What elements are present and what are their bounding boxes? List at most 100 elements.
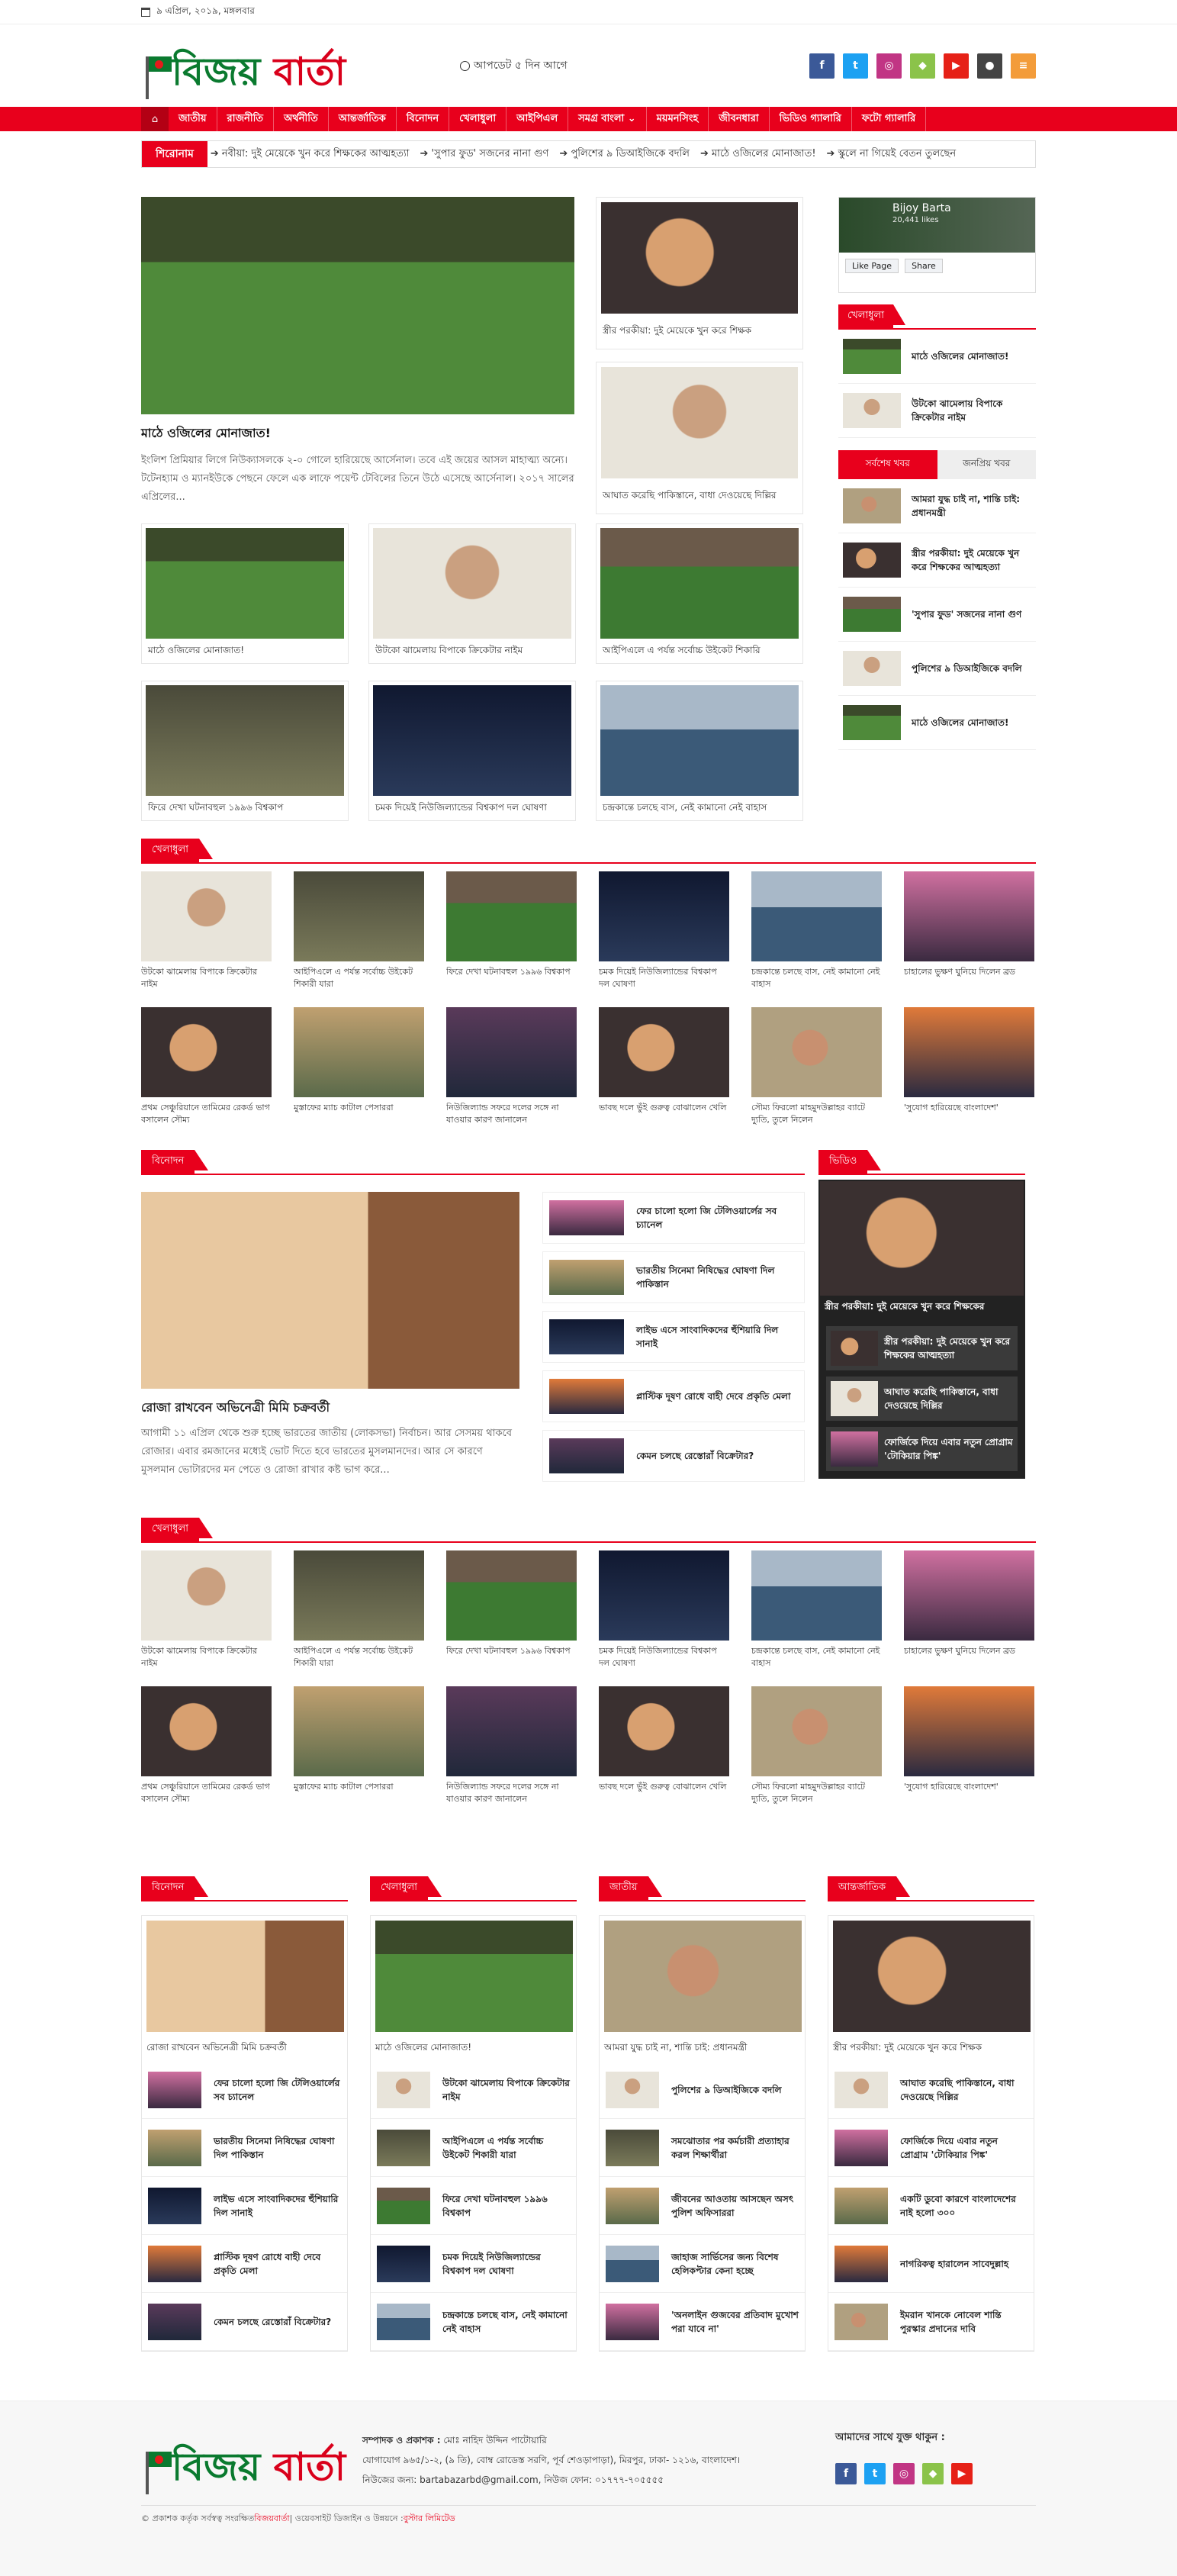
list-item-thumb[interactable] — [549, 1200, 624, 1235]
news-card[interactable]: স্ত্রীর পরকীয়া: দুই মেয়েকে খুন করে শিক… — [596, 197, 803, 349]
news-card-image[interactable] — [141, 1686, 272, 1776]
list-item-thumb[interactable] — [148, 2071, 201, 2108]
ticker-item[interactable]: পুলিশের ৯ ডিআইজিকে বদলি — [559, 147, 689, 163]
video-item[interactable]: আঘাত করেছি পাকিস্তানে, বাধা দেওয়েছে দিল… — [826, 1377, 1018, 1421]
news-card-image[interactable] — [446, 1007, 577, 1097]
list-item-title[interactable]: জাহাজ সার্ভিসের জন্য বিশেষ হেলিকপ্টার কে… — [671, 2250, 799, 2278]
video-item-title[interactable]: স্ত্রীর পরকীয়া: দুই মেয়েকে খুন করে শিক… — [884, 1335, 1013, 1362]
list-item[interactable]: ফের চালো হলো জি টেলিওয়ার্লের সব চ্যানেল — [542, 1192, 805, 1244]
news-card-title[interactable]: ভাবছ দলে ভুঁই গুরুত্ব বোঝালেন খেলি — [599, 1776, 729, 1811]
news-card-image[interactable] — [600, 528, 799, 639]
news-card-title[interactable]: প্রথম সেঞ্চুরিয়ানে তামিমের রেকর্ড ভাগ ব… — [141, 1776, 272, 1811]
category-column-title[interactable]: জাতীয় — [599, 1876, 661, 1900]
video-main-title[interactable]: স্ত্রীর পরকীয়া: দুই মেয়েকে খুন করে শিক… — [820, 1296, 1024, 1320]
news-card[interactable]: আইপিএলে এ পর্যন্ত সর্বোচ্চ উইকেট শিকারী … — [294, 871, 424, 997]
news-card-image[interactable] — [294, 1686, 424, 1776]
news-card-image[interactable] — [599, 1550, 729, 1641]
news-card-title[interactable]: মাঠে ওজিলের মোনাজাত! — [142, 642, 348, 661]
list-item-title[interactable]: জীবনের আওতায় আসছেন অসৎ পুলিশ অফিসাররা — [671, 2192, 799, 2220]
list-item[interactable]: চমক দিয়েই নিউজিল্যান্ডের বিশ্বকাপ দল ঘো… — [371, 2235, 576, 2293]
video-item-title[interactable]: ফোর্জিকে দিয়ে এবার নতুন প্রোগ্রাম 'টোকি… — [884, 1435, 1013, 1463]
list-item-thumb[interactable] — [549, 1260, 624, 1295]
news-card-image[interactable] — [373, 528, 571, 639]
site-logo[interactable]: বিজয় বার্তা — [141, 35, 362, 99]
news-card-title[interactable]: নিউজিল্যান্ড সফরে দলের সঙ্গে না যাওয়ার … — [446, 1776, 577, 1811]
news-card-image[interactable] — [373, 685, 571, 796]
news-card-title[interactable]: চমক দিয়েই নিউজিল্যান্ডের বিশ্বকাপ দল ঘো… — [599, 1641, 729, 1676]
list-item[interactable]: ভারতীয় সিনেমা নিষিদ্ধের ঘোষণা দিল পাকিস… — [542, 1251, 805, 1303]
nav-item[interactable]: জাতীয় — [169, 107, 217, 131]
list-item-title[interactable]: ফের চালো হলো জি টেলিওয়ার্লের সব চ্যানেল — [636, 1204, 798, 1232]
list-item[interactable]: আঘাত করেছি পাকিস্তানে, বাধা দেওয়েছে দিল… — [828, 2061, 1034, 2119]
news-card-title[interactable]: মুস্তাফের ম্যাচ কাটাল পেসাররা — [294, 1097, 424, 1132]
news-card-image[interactable] — [599, 1686, 729, 1776]
list-item-thumb[interactable] — [148, 2303, 201, 2340]
category-lead-caption[interactable]: স্ত্রীর পরকীয়া: দুই মেয়েকে খুন করে শিক… — [828, 2037, 1034, 2061]
sports-section-2-title[interactable]: খেলাধুলা — [141, 1518, 214, 1541]
news-card-title[interactable]: চমক দিয়েই নিউজিল্যান্ডের বিশ্বকাপ দল ঘো… — [369, 800, 575, 818]
list-item[interactable]: ফের চালো হলো জি টেলিওয়ার্লের সব চ্যানেল — [142, 2061, 347, 2119]
list-item[interactable]: স্ত্রীর পরকীয়া: দুই মেয়েকে খুন করে শিক… — [838, 533, 1036, 588]
list-item-thumb[interactable] — [377, 2129, 430, 2166]
ticker-item[interactable]: স্কুলে না গিয়েই বেতন তুলছেন — [827, 147, 957, 163]
nav-item[interactable]: ভিডিও গ্যালারি — [770, 107, 852, 131]
news-card-image[interactable] — [904, 1550, 1034, 1641]
news-card[interactable]: প্রথম সেঞ্চুরিয়ানে তামিমের রেকর্ড ভাগ ব… — [141, 1007, 272, 1132]
list-item[interactable]: প্লাস্টিক দূষণ রোধে বাহী দেবে প্রকৃতি মে… — [542, 1370, 805, 1422]
news-card[interactable]: মাঠে ওজিলের মোনাজাত! — [141, 523, 349, 664]
list-item[interactable]: নাগরিকত্ব হারালেন সাবেদুল্লাহ — [828, 2235, 1034, 2293]
list-item-thumb[interactable] — [843, 339, 901, 374]
list-item-title[interactable]: সমঝোতার পর কর্মচারী প্রত্যাহার করল শিক্ষ… — [671, 2134, 799, 2162]
news-card-image[interactable] — [599, 871, 729, 961]
list-item[interactable]: ফোর্জিকে দিয়ে এবার নতুন প্রোগ্রাম 'টোকি… — [828, 2119, 1034, 2177]
list-item[interactable]: কেমন চলছে রেস্তোরাঁ বিক্রেটার? — [142, 2293, 347, 2351]
footer-youtube-icon[interactable]: ▶ — [951, 2463, 973, 2484]
news-card[interactable]: ফিরে দেখা ঘটনাবহুল ১৯৯৬ বিশ্বকাপ — [141, 681, 349, 821]
news-card[interactable]: সৌম্য ফিরলো মাহমুদউল্লাহর ব্যাটে দ্যুতি,… — [751, 1007, 882, 1132]
list-item-thumb[interactable] — [843, 705, 901, 740]
list-item[interactable]: প্লাস্টিক দূষণ রোধে বাহী দেবে প্রকৃতি মে… — [142, 2235, 347, 2293]
list-item-thumb[interactable] — [377, 2071, 430, 2108]
list-item-title[interactable]: পুলিশের ৯ ডিআইজিকে বদলি — [671, 2083, 782, 2097]
news-card-image[interactable] — [751, 1550, 882, 1641]
news-card[interactable]: 'সুযোগ হারিয়েছে বাংলাদেশ' — [904, 1686, 1034, 1811]
news-card-title[interactable]: ফিরে দেখা ঘটনাবহুল ১৯৯৬ বিশ্বকাপ — [446, 961, 577, 997]
list-item[interactable]: ভারতীয় সিনেমা নিষিদ্ধের ঘোষণা দিল পাকিস… — [142, 2119, 347, 2177]
facebook-widget[interactable]: Bijoy Barta 20,441 likes Like Page Share — [838, 197, 1036, 293]
list-item[interactable]: উটকো ঝামেলায় বিপাকে ক্রিকেটার নাইম — [371, 2061, 576, 2119]
news-card-title[interactable]: চাহালের ভুক্ষণ ঘুনিয়ে দিলেন ব্রড — [904, 1641, 1034, 1676]
category-lead-image[interactable] — [833, 1921, 1031, 2032]
video-thumb[interactable] — [831, 1381, 878, 1416]
news-card-title[interactable]: ভাবছ দলে ভুঁই গুরুত্ব বোঝালেন খেলি — [599, 1097, 729, 1132]
list-item-title[interactable]: ফোর্জিকে দিয়ে এবার নতুন প্রোগ্রাম 'টোকি… — [900, 2134, 1027, 2162]
news-card-image[interactable] — [141, 1550, 272, 1641]
list-item-thumb[interactable] — [606, 2303, 659, 2340]
list-item[interactable]: পুলিশের ৯ ডিআইজিকে বদলি — [600, 2061, 805, 2119]
list-item[interactable]: মাঠে ওজিলের মোনাজাত! — [838, 696, 1036, 750]
video-item[interactable]: স্ত্রীর পরকীয়া: দুই মেয়েকে খুন করে শিক… — [826, 1326, 1018, 1370]
category-lead-caption[interactable]: রোজা রাখবেন অভিনেত্রী মিমি চক্রবর্তী — [142, 2037, 347, 2061]
news-card[interactable]: উটকো ঝামেলায় বিপাকে ক্রিকেটার নাইম — [368, 523, 576, 664]
news-card-image[interactable] — [600, 685, 799, 796]
news-card[interactable]: ভাবছ দলে ভুঁই গুরুত্ব বোঝালেন খেলি — [599, 1686, 729, 1811]
list-item-thumb[interactable] — [549, 1379, 624, 1414]
list-item[interactable]: পুলিশের ৯ ডিআইজিকে বদলি — [838, 642, 1036, 696]
news-card-image[interactable] — [294, 1550, 424, 1641]
list-item-thumb[interactable] — [377, 2187, 430, 2224]
copyright-site-link[interactable]: বিজয়বার্তা — [254, 2512, 289, 2526]
list-item-thumb[interactable] — [843, 488, 901, 523]
news-card-image[interactable] — [601, 367, 798, 478]
category-lead-caption[interactable]: আমরা যুদ্ধ চাই না, শান্তি চাই: প্রধানমন্… — [600, 2037, 805, 2061]
video-title[interactable]: ভিডিও — [818, 1150, 882, 1174]
news-card-image[interactable] — [446, 871, 577, 961]
video-thumb[interactable] — [831, 1431, 878, 1467]
nav-item[interactable]: আইপিএল — [506, 107, 569, 131]
nav-item[interactable]: খেলাধুলা — [449, 107, 507, 131]
tab-latest[interactable]: সর্বশেষ খবর — [838, 450, 937, 479]
nav-item[interactable]: বিনোদন — [397, 107, 450, 131]
list-item-title[interactable]: কেমন চলছে রেস্তোরাঁ বিক্রেটার? — [636, 1449, 754, 1463]
list-item[interactable]: ইমরান খানকে নোবেল শান্তি পুরস্কার প্রদান… — [828, 2293, 1034, 2351]
list-item-thumb[interactable] — [148, 2129, 201, 2166]
news-card-title[interactable]: প্রথম সেঞ্চুরিয়ানে তামিমের রেকর্ড ভাগ ব… — [141, 1097, 272, 1132]
list-item[interactable]: উটকো ঝামেলায় বিপাকে ক্রিকেটার নাইম — [838, 384, 1036, 438]
